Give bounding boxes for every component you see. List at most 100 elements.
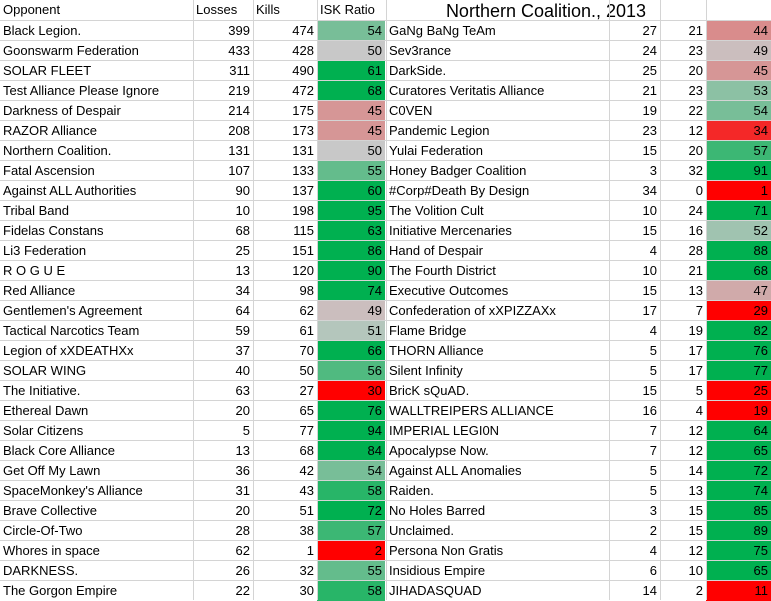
grid-row-line [0,340,771,341]
grid-row-line [0,460,771,461]
left-opponent-cell: Test Alliance Please Ignore [3,83,160,98]
right-isk-ratio-cell: 77 [706,361,771,381]
left-losses-cell: 26 [235,563,250,578]
right-kills-cell: 0 [695,183,703,198]
left-kills-cell: 38 [299,523,314,538]
right-kills-cell: 2 [695,583,703,598]
left-isk-ratio-cell: 45 [317,101,385,121]
right-opponent-cell: #Corp#Death By Design [389,183,530,198]
left-isk-ratio-cell: 72 [317,501,385,521]
header-kills: Kills [256,2,280,17]
isk-ratio-table: Opponent Losses Kills ISK Ratio Northern… [0,0,771,601]
left-losses-cell: 25 [235,243,250,258]
left-isk-ratio-cell: 56 [317,361,385,381]
right-isk-ratio-cell: 45 [706,61,771,81]
left-isk-ratio-cell: 54 [317,461,385,481]
left-losses-cell: 131 [228,143,250,158]
right-opponent-cell: C0VEN [389,103,433,118]
right-isk-ratio-cell: 29 [706,301,771,321]
right-isk-ratio-cell: 11 [706,581,771,601]
right-opponent-cell: Raiden. [389,483,434,498]
grid-row-line [0,360,771,361]
right-opponent-cell: IMPERIAL LEGI0N [389,423,500,438]
left-kills-cell: 98 [299,283,314,298]
right-losses-cell: 14 [642,583,657,598]
left-opponent-cell: Circle-Of-Two [3,523,83,538]
right-isk-ratio-cell: 44 [706,21,771,41]
right-kills-cell: 14 [688,463,703,478]
left-opponent-cell: Tribal Band [3,203,69,218]
left-losses-cell: 399 [228,23,250,38]
right-kills-cell: 7 [695,303,703,318]
left-losses-cell: 34 [235,283,250,298]
right-losses-cell: 7 [649,423,657,438]
left-kills-cell: 70 [299,343,314,358]
right-kills-cell: 16 [688,223,703,238]
left-kills-cell: 428 [292,43,314,58]
grid-row-line [0,180,771,181]
right-losses-cell: 3 [649,163,657,178]
left-losses-cell: 62 [235,543,250,558]
right-isk-ratio-cell: 49 [706,41,771,61]
grid-row-line [0,400,771,401]
right-isk-ratio-cell: 57 [706,141,771,161]
left-isk-ratio-cell: 94 [317,421,385,441]
left-opponent-cell: Fatal Ascension [3,163,95,178]
grid-row-line [0,280,771,281]
grid-row-line [0,140,771,141]
left-losses-cell: 107 [228,163,250,178]
right-losses-cell: 23 [642,123,657,138]
left-kills-cell: 32 [299,563,314,578]
left-kills-cell: 474 [292,23,314,38]
right-opponent-cell: Curatores Veritatis Alliance [389,83,545,98]
grid-row-line [0,440,771,441]
left-isk-ratio-cell: 55 [317,561,385,581]
left-isk-ratio-cell: 58 [317,581,385,601]
right-isk-ratio-cell: 72 [706,461,771,481]
right-losses-cell: 4 [649,543,657,558]
right-losses-cell: 15 [642,283,657,298]
left-opponent-cell: R O G U E [3,263,66,278]
left-kills-cell: 43 [299,483,314,498]
left-kills-cell: 115 [293,223,314,238]
left-kills-cell: 30 [299,583,314,598]
right-kills-cell: 12 [688,543,703,558]
right-losses-cell: 4 [649,323,657,338]
left-isk-ratio-cell: 68 [317,81,385,101]
left-isk-ratio-cell: 95 [317,201,385,221]
right-losses-cell: 7 [649,443,657,458]
left-losses-cell: 13 [235,263,250,278]
left-isk-ratio-cell: 55 [317,161,385,181]
right-opponent-cell: DarkSide. [389,63,447,78]
right-losses-cell: 16 [642,403,657,418]
left-isk-ratio-cell: 90 [317,261,385,281]
left-losses-cell: 13 [235,443,250,458]
left-kills-cell: 490 [292,63,314,78]
left-opponent-cell: Goonswarm Federation [3,43,139,58]
left-losses-cell: 59 [235,323,250,338]
right-isk-ratio-cell: 89 [706,521,771,541]
right-opponent-cell: WALLTREIPERS ALLIANCE [389,403,554,418]
right-opponent-cell: No Holes Barred [389,503,486,518]
right-isk-ratio-cell: 65 [706,441,771,461]
left-isk-ratio-cell: 57 [317,521,385,541]
right-kills-cell: 20 [688,63,703,78]
right-isk-ratio-cell: 54 [706,101,771,121]
grid-row-line [0,220,771,221]
right-opponent-cell: THORN Alliance [389,343,484,358]
right-kills-cell: 4 [695,403,703,418]
right-kills-cell: 23 [688,83,703,98]
grid-row-line [0,320,771,321]
right-opponent-cell: The Fourth District [389,263,496,278]
right-isk-ratio-cell: 75 [706,541,771,561]
right-losses-cell: 34 [642,183,657,198]
left-opponent-cell: Get Off My Lawn [3,463,101,478]
left-losses-cell: 214 [228,103,250,118]
right-losses-cell: 5 [649,483,657,498]
right-losses-cell: 15 [642,223,657,238]
right-opponent-cell: JIHADASQUAD [389,583,482,598]
left-losses-cell: 10 [235,203,250,218]
left-opponent-cell: Whores in space [3,543,100,558]
left-opponent-cell: SOLAR FLEET [3,63,92,78]
right-kills-cell: 15 [688,503,703,518]
